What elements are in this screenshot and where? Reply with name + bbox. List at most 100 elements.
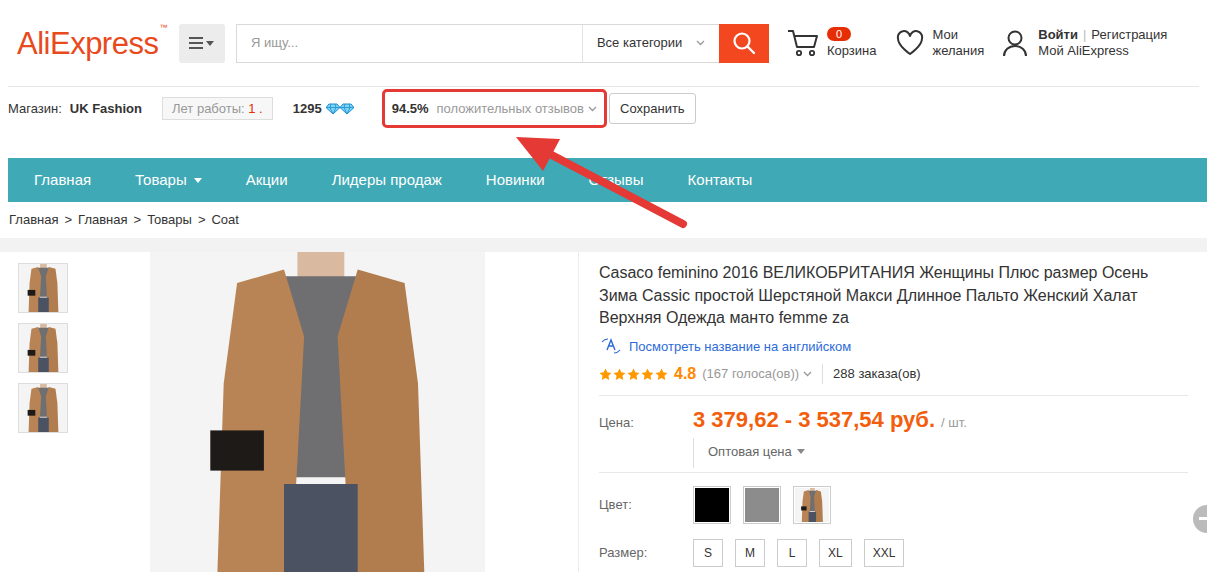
wholesale-toggle[interactable]: Оптовая цена xyxy=(693,438,1188,468)
breadcrumb-separator: > xyxy=(64,211,72,229)
star-icon xyxy=(655,368,668,381)
login-link[interactable]: Войти xyxy=(1038,27,1078,43)
nav-item[interactable]: Новинки xyxy=(486,169,545,192)
breadcrumb: Главная>Главная>Товары>Coat xyxy=(0,202,1207,238)
nav-label: Контакты xyxy=(688,169,753,192)
my-aliexpress-link[interactable]: Мой AliExpress xyxy=(1038,43,1167,59)
size-option[interactable]: XL xyxy=(819,539,852,567)
caret-down-icon xyxy=(797,449,805,454)
category-select[interactable]: Все категории xyxy=(582,25,719,62)
size-option[interactable]: M xyxy=(735,539,765,567)
thumbnail[interactable] xyxy=(18,323,68,373)
breadcrumb-separator: > xyxy=(198,211,206,229)
nav-label: Акции xyxy=(246,169,288,192)
store-score: 1295 xyxy=(293,99,354,119)
logo-text: AliExpress xyxy=(17,28,158,59)
search-input[interactable] xyxy=(237,25,582,62)
breadcrumb-item[interactable]: Главная xyxy=(9,211,58,229)
thumbnail[interactable] xyxy=(18,263,68,313)
caret-down-icon xyxy=(194,178,202,183)
seller-rank xyxy=(326,103,354,115)
product-gallery xyxy=(8,252,578,572)
breadcrumb-item[interactable]: Товары xyxy=(147,211,192,229)
nav-item[interactable]: Лидеры продаж xyxy=(332,169,442,192)
feedback-label: положительных отзывов xyxy=(437,99,584,119)
logo[interactable]: AliExpress™ xyxy=(17,28,167,59)
color-photo xyxy=(795,488,829,522)
cart-count-badge: 0 xyxy=(827,27,851,41)
size-label-text: XXL xyxy=(873,544,896,562)
price-value: 3 379,62 - 3 537,54 руб. xyxy=(693,406,935,434)
wishlist-label: Мои xyxy=(932,27,984,43)
translate-label: Посмотреть название на английском xyxy=(629,337,851,357)
product-photo xyxy=(150,252,485,572)
size-label-text: M xyxy=(745,544,755,562)
header: AliExpress™ Все категории 0Корзина Моижелан… xyxy=(0,0,1207,86)
account: Войти | РегистрацияМой AliExpress xyxy=(1002,27,1167,59)
wholesale-label: Оптовая цена xyxy=(708,442,792,462)
translate-link[interactable]: Посмотреть название на английском xyxy=(599,337,1188,357)
star-icon xyxy=(627,368,640,381)
score-value: 1295 xyxy=(293,99,322,119)
wishlist[interactable]: Моижелания xyxy=(896,27,984,59)
store-name[interactable]: UK Fashion xyxy=(70,99,142,119)
store-label: Магазин: xyxy=(8,99,62,119)
nav-label: Товары xyxy=(135,169,187,192)
years-value: 1 . xyxy=(248,101,262,116)
price-unit: / шт. xyxy=(941,413,967,433)
feedback-percent: 94.5% xyxy=(392,99,429,119)
size-label: Размер: xyxy=(599,543,693,563)
search-button[interactable] xyxy=(719,24,769,63)
color-swatch xyxy=(745,488,779,522)
color-swatch xyxy=(695,488,729,522)
cart[interactable]: 0Корзина xyxy=(787,27,877,59)
account-text: Войти | РегистрацияМой AliExpress xyxy=(1038,27,1167,59)
votes-count: (167 голоса(ов)) xyxy=(702,364,799,384)
categories-menu-button[interactable] xyxy=(179,24,225,63)
color-option[interactable] xyxy=(743,486,781,524)
rating-value: 4.8 xyxy=(674,362,696,386)
store-years: Лет работы: 1 . xyxy=(162,97,273,121)
thumbnail[interactable] xyxy=(18,383,68,433)
menu-icon xyxy=(189,37,203,49)
heart-icon xyxy=(896,30,924,56)
chevron-down-icon xyxy=(696,40,705,46)
diamond-icon xyxy=(326,103,340,115)
nav-item[interactable]: Акции xyxy=(246,169,288,192)
search-bar: Все категории xyxy=(236,24,769,63)
color-options xyxy=(693,486,831,524)
color-option[interactable] xyxy=(793,486,831,524)
breadcrumb-item[interactable]: Coat xyxy=(211,211,238,229)
size-option[interactable]: S xyxy=(693,539,723,567)
nav-item[interactable]: Товары xyxy=(135,169,202,192)
nav-item[interactable]: Отзывы xyxy=(589,169,644,192)
chevron-down-icon xyxy=(588,106,597,112)
nav-item[interactable]: Контакты xyxy=(688,169,753,192)
register-link[interactable]: Регистрация xyxy=(1091,27,1167,43)
nav-item[interactable]: Главная xyxy=(34,169,91,192)
caret-down-icon xyxy=(206,41,214,46)
breadcrumb-item[interactable]: Главная xyxy=(78,211,127,229)
size-option[interactable]: XXL xyxy=(864,539,905,567)
size-label-text: XL xyxy=(828,544,843,562)
search-icon xyxy=(732,31,756,55)
store-bar: Магазин: UK Fashion Лет работы: 1 . 1295 94.… xyxy=(8,86,1199,130)
color-option[interactable] xyxy=(693,486,731,524)
save-store-button[interactable]: Сохранить xyxy=(609,93,696,125)
votes-toggle[interactable]: (167 голоса(ов)) xyxy=(702,364,812,384)
cart-text: 0Корзина xyxy=(827,27,877,59)
nav-label: Лидеры продаж xyxy=(332,169,442,192)
separator: | xyxy=(1083,27,1086,43)
store-nav: Главная Товары Акции Лидеры продаж Новинки От… xyxy=(8,158,1207,202)
wishlist-label: желания xyxy=(932,43,984,59)
rating-row: 4.8(167 голоса(ов))288 заказа(ов) xyxy=(599,362,1188,396)
chevron-down-icon xyxy=(803,371,812,377)
thumbnail-list xyxy=(18,263,68,572)
nav-label: Главная xyxy=(34,169,91,192)
feedback-summary[interactable]: 94.5% положительных отзывов xyxy=(382,89,607,129)
color-row: Цвет: xyxy=(599,473,1188,524)
cart-icon xyxy=(787,29,819,57)
account-links: Войти | Регистрация xyxy=(1038,27,1167,43)
star-icon xyxy=(613,368,626,381)
size-option[interactable]: L xyxy=(777,539,807,567)
